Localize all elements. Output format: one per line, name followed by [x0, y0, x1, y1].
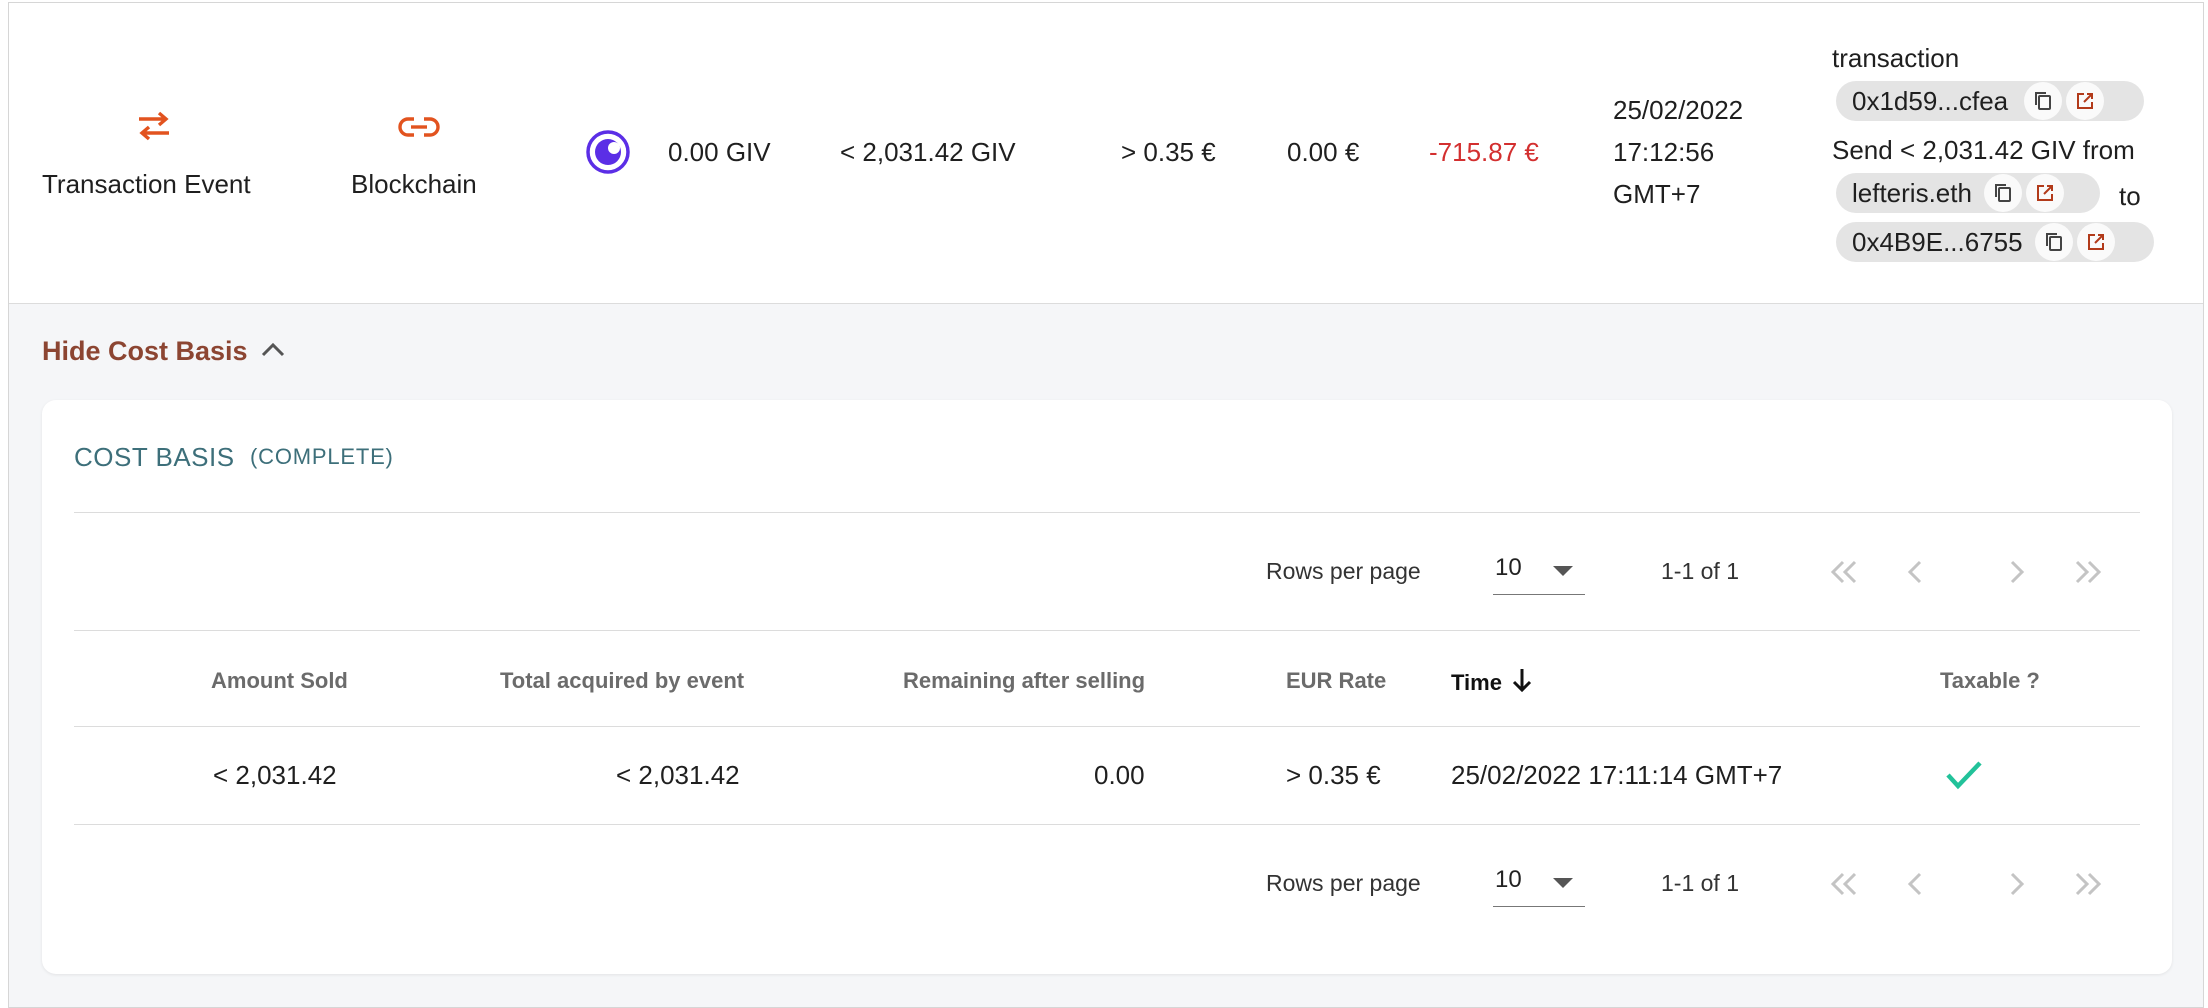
giveth-logo-icon[interactable] [585, 129, 631, 180]
caret-down-icon [1553, 566, 1573, 576]
next-page-button[interactable] [1996, 552, 2036, 592]
arrow-down-icon [1510, 666, 1534, 699]
from-address: lefteris.eth [1852, 177, 1972, 208]
notes-line1: transaction [1832, 43, 1960, 73]
event-date: 25/02/2022 [1613, 95, 1744, 125]
copy-icon[interactable] [2024, 82, 2063, 120]
check-icon [1944, 758, 1984, 797]
column-header-taxable[interactable]: Taxable ? [1940, 668, 2040, 694]
location-label: Blockchain [351, 169, 477, 199]
chevron-up-icon [260, 340, 286, 363]
column-header-eur-rate[interactable]: EUR Rate [1286, 668, 1386, 694]
hide-cost-basis-toggle[interactable]: Hide Cost Basis [42, 336, 286, 367]
tx-hash: 0x1d59...cfea [1852, 85, 2009, 116]
pagination-range: 1-1 of 1 [1661, 558, 1739, 584]
to-address: 0x4B9E...6755 [1852, 226, 2023, 257]
rows-per-page-label: Rows per page [1266, 558, 1421, 584]
next-page-button[interactable] [1996, 864, 2036, 904]
divider [74, 630, 2140, 631]
rows-per-page-value: 10 [1495, 866, 1522, 893]
hide-cost-basis-label: Hide Cost Basis [42, 336, 248, 366]
cost-basis-title: COST BASIS [74, 442, 235, 472]
previous-page-button[interactable] [1896, 864, 1936, 904]
event-value: 0.00 € [1287, 137, 1360, 167]
notes-to-word: to [2119, 181, 2141, 211]
cell-eur-rate: > 0.35 € [1286, 760, 1381, 790]
cell-time: 25/02/2022 17:11:14 GMT+7 [1451, 760, 1783, 790]
rows-per-page-select[interactable]: 10 [1493, 862, 1585, 907]
external-link-icon[interactable] [2066, 82, 2105, 120]
to-address-chip: 0x4B9E...6755 [1836, 222, 2154, 262]
copy-icon[interactable] [1983, 174, 2022, 212]
external-link-icon[interactable] [2076, 223, 2115, 261]
from-address-chip: lefteris.eth [1836, 173, 2100, 213]
event-amount-lt: < 2,031.42 GIV [840, 137, 1016, 167]
column-header-total-acquired[interactable]: Total acquired by event [500, 668, 744, 694]
previous-page-button[interactable] [1896, 552, 1936, 592]
event-time: 17:12:56 [1613, 137, 1715, 167]
tx-hash-chip: 0x1d59...cfea [1836, 81, 2144, 121]
link-icon [398, 115, 440, 144]
event-row: Transaction Event Blockchain 0.00 GIV < … [9, 3, 2203, 304]
rows-per-page-value: 10 [1495, 554, 1522, 581]
notes-line2: Send < 2,031.42 GIV from [1832, 135, 2135, 165]
last-page-button[interactable] [2068, 864, 2108, 904]
event-timezone: GMT+7 [1613, 179, 1701, 209]
column-header-time[interactable]: Time [1451, 666, 1534, 699]
column-header-amount-sold[interactable]: Amount Sold [211, 668, 348, 694]
event-amount: 0.00 GIV [668, 137, 771, 167]
divider [74, 824, 2140, 825]
event-pnl: -715.87 € [1429, 137, 1539, 167]
first-page-button[interactable] [1824, 864, 1864, 904]
caret-down-icon [1553, 878, 1573, 888]
swap-arrows-icon [135, 109, 173, 148]
cell-remaining: 0.00 [1094, 760, 1145, 790]
column-header-remaining[interactable]: Remaining after selling [903, 668, 1145, 694]
copy-icon[interactable] [2034, 223, 2073, 261]
cell-amount-sold: < 2,031.42 [213, 760, 337, 790]
divider [74, 512, 2140, 513]
event-type-label: Transaction Event [42, 169, 251, 199]
cost-basis-status: (COMPLETE) [250, 444, 394, 469]
event-rate: > 0.35 € [1121, 137, 1216, 167]
rows-per-page-select[interactable]: 10 [1493, 550, 1585, 595]
pagination-range: 1-1 of 1 [1661, 870, 1739, 896]
first-page-button[interactable] [1824, 552, 1864, 592]
rows-per-page-label: Rows per page [1266, 870, 1421, 896]
last-page-button[interactable] [2068, 552, 2108, 592]
cell-total-acquired: < 2,031.42 [616, 760, 740, 790]
external-link-icon[interactable] [2025, 174, 2064, 212]
column-header-time-label: Time [1451, 669, 1502, 695]
